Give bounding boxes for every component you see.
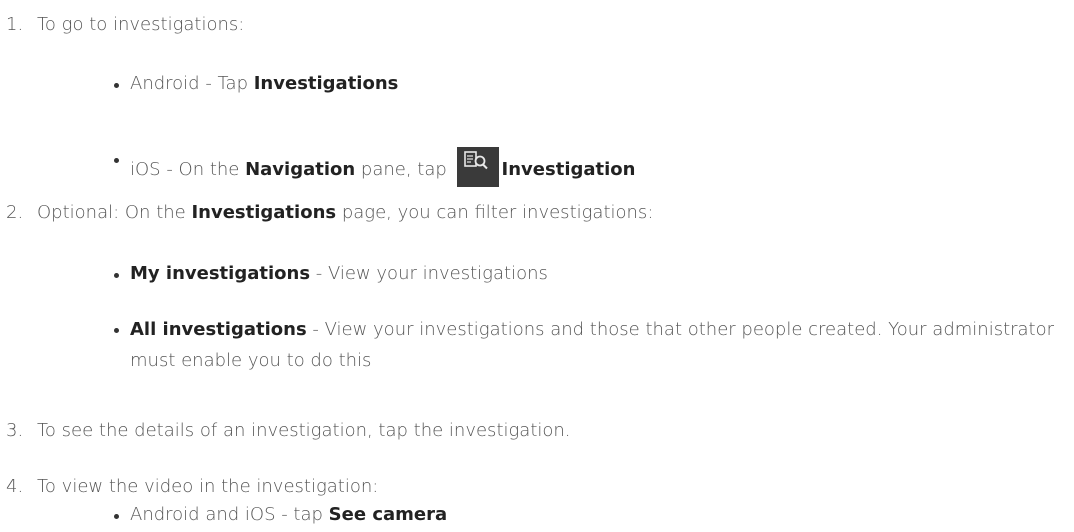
step-text: To see the details of an investigation, … <box>37 420 571 441</box>
instructions-document: 1. To go to investigations: Android - Ta… <box>0 0 1074 532</box>
step-number: 2. <box>6 202 24 223</box>
bullet-dot <box>114 328 119 333</box>
investigations-page-label: Investigations <box>191 202 337 223</box>
investigations-label: Investigations <box>253 73 399 94</box>
investigation-search-icon <box>456 147 499 187</box>
step-2-suffix: page, you can filter investigations: <box>336 202 654 223</box>
bullet-dot <box>114 273 119 278</box>
bullet-dot <box>114 83 119 88</box>
my-investigations-desc: - View your investigations <box>310 263 548 284</box>
bullet-dot <box>114 158 119 163</box>
step-text: To go to investigations: <box>37 14 245 35</box>
step-number: 1. <box>6 14 24 35</box>
all-investigations-label: All investigations <box>130 319 307 340</box>
see-camera-label: See camera <box>328 504 448 525</box>
investigation-label: Investigation <box>501 159 636 180</box>
step-number: 3. <box>6 420 24 441</box>
bullet-camera-prefix: Android and iOS - tap <box>130 504 329 525</box>
my-investigations-label: My investigations <box>130 263 311 284</box>
bullet-ios-prefix: iOS - On the <box>130 159 246 180</box>
bullet-dot <box>114 514 119 519</box>
bullet-android-prefix: Android - Tap <box>130 73 254 94</box>
step-number: 4. <box>6 476 24 497</box>
bullet-ios-middle: pane, tap <box>355 159 453 180</box>
step-2-prefix: Optional: On the <box>37 202 192 223</box>
navigation-label: Navigation <box>245 159 356 180</box>
step-text: To view the video in the investigation: <box>37 476 379 497</box>
